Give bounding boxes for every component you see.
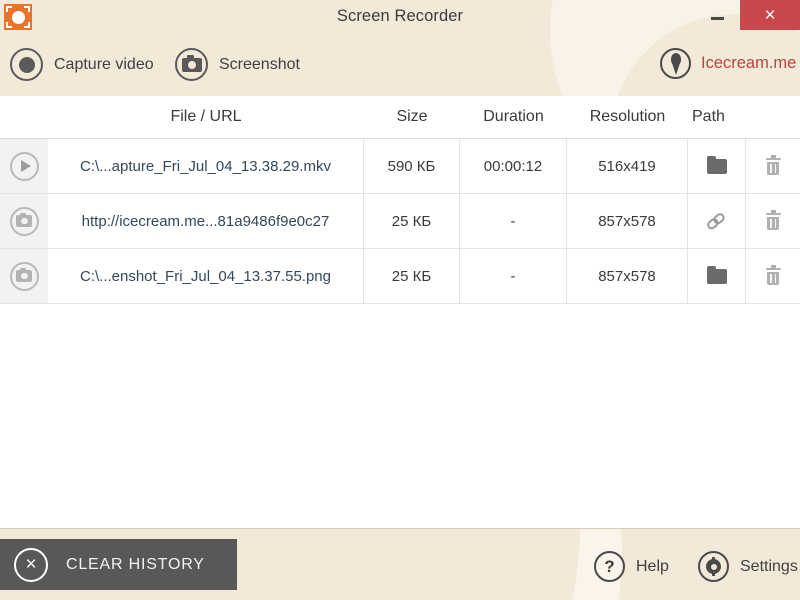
trash-lid	[765, 210, 781, 215]
link-icon	[703, 208, 730, 234]
trash-can	[767, 216, 779, 230]
close-icon: ×	[764, 4, 776, 26]
row-resolution: 857x578	[567, 249, 688, 303]
record-dot	[18, 56, 35, 73]
help-button[interactable]: ? Help	[594, 551, 669, 582]
table-row[interactable]: C:\...apture_Fri_Jul_04_13.38.29.mkv 590…	[0, 139, 800, 194]
x-glyph: ×	[25, 554, 37, 575]
row-size: 25 КБ	[364, 249, 460, 303]
settings-button[interactable]: Settings	[698, 551, 798, 582]
footer-decoration-2	[330, 529, 580, 600]
trash-icon	[765, 210, 781, 230]
play-icon	[9, 151, 39, 181]
screenshot-label: Screenshot	[219, 55, 300, 73]
row-type-cell[interactable]	[0, 139, 48, 193]
help-label: Help	[636, 557, 669, 575]
window-header: Screen Recorder × Capture video Screensh…	[0, 0, 800, 96]
table-row[interactable]: http://icecream.me...81a9486f9e0c27 25 К…	[0, 194, 800, 249]
gear-icon	[698, 551, 729, 582]
column-header-duration[interactable]: Duration	[460, 96, 567, 138]
brand-label: Icecream.me	[701, 54, 797, 72]
trash-icon	[765, 155, 781, 175]
column-header-file-url[interactable]: File / URL	[48, 96, 364, 138]
row-duration: -	[460, 194, 567, 248]
title-bar: Screen Recorder ×	[0, 0, 800, 32]
history-list: C:\...apture_Fri_Jul_04_13.38.29.mkv 590…	[0, 139, 800, 304]
settings-label: Settings	[740, 557, 798, 575]
capture-video-button[interactable]: Capture video	[10, 48, 154, 81]
capture-video-label: Capture video	[54, 55, 154, 73]
camera-body	[16, 213, 32, 227]
row-duration: -	[460, 249, 567, 303]
trash-icon	[765, 265, 781, 285]
row-delete-button[interactable]	[746, 249, 800, 303]
row-size: 25 КБ	[364, 194, 460, 248]
camera-icon	[175, 48, 208, 81]
close-button[interactable]: ×	[740, 0, 800, 30]
row-resolution: 857x578	[567, 194, 688, 248]
cone-shape	[669, 52, 683, 75]
row-duration: 00:00:12	[460, 139, 567, 193]
camera-body	[181, 54, 202, 72]
trash-lid	[765, 265, 781, 270]
gear-hole	[710, 563, 717, 570]
row-file-name[interactable]: http://icecream.me...81a9486f9e0c27	[48, 194, 364, 248]
row-file-name[interactable]: C:\...apture_Fri_Jul_04_13.38.29.mkv	[48, 139, 364, 193]
trash-can	[767, 161, 779, 175]
clear-history-button[interactable]: × CLEAR HISTORY	[0, 539, 237, 590]
row-delete-button[interactable]	[746, 139, 800, 193]
icecream-brand-link[interactable]: Icecream.me	[660, 48, 796, 79]
question-glyph: ?	[604, 556, 615, 576]
row-open-path-button[interactable]	[688, 249, 746, 303]
row-delete-button[interactable]	[746, 194, 800, 248]
cone-body	[671, 62, 680, 75]
row-type-cell[interactable]	[0, 249, 48, 303]
camera-icon	[9, 261, 39, 291]
row-type-cell[interactable]	[0, 194, 48, 248]
folder-icon	[706, 155, 727, 174]
window-title: Screen Recorder	[336, 7, 464, 25]
camera-body	[16, 268, 32, 282]
screenshot-button[interactable]: Screenshot	[175, 48, 300, 81]
ice-cream-cone-icon	[660, 48, 691, 79]
row-copy-link-button[interactable]	[688, 194, 746, 248]
row-size: 590 КБ	[364, 139, 460, 193]
minimize-button[interactable]	[694, 0, 740, 30]
column-header-resolution[interactable]: Resolution	[567, 96, 688, 138]
screen-recorder-window: Screen Recorder × Capture video Screensh…	[0, 0, 800, 600]
row-resolution: 516x419	[567, 139, 688, 193]
window-footer: × CLEAR HISTORY ? Help Settings	[0, 528, 800, 600]
trash-can	[767, 271, 779, 285]
close-circle-icon: ×	[14, 547, 48, 582]
gear-shape	[705, 557, 722, 576]
table-row[interactable]: C:\...enshot_Fri_Jul_04_13.37.55.png 25 …	[0, 249, 800, 304]
folder-icon	[706, 265, 727, 284]
question-mark-circle-icon: ?	[594, 551, 625, 582]
record-circle-icon	[10, 48, 43, 81]
column-header-path[interactable]: Path	[692, 96, 746, 138]
row-file-name[interactable]: C:\...enshot_Fri_Jul_04_13.37.55.png	[48, 249, 364, 303]
table-header: File / URL Size Duration Resolution Path	[0, 96, 800, 139]
trash-lid	[765, 155, 781, 160]
camera-icon	[9, 206, 39, 236]
play-triangle	[20, 160, 31, 172]
row-open-path-button[interactable]	[688, 139, 746, 193]
column-header-size[interactable]: Size	[364, 96, 460, 138]
clear-history-label: CLEAR HISTORY	[66, 555, 205, 573]
minimize-icon	[710, 16, 724, 20]
